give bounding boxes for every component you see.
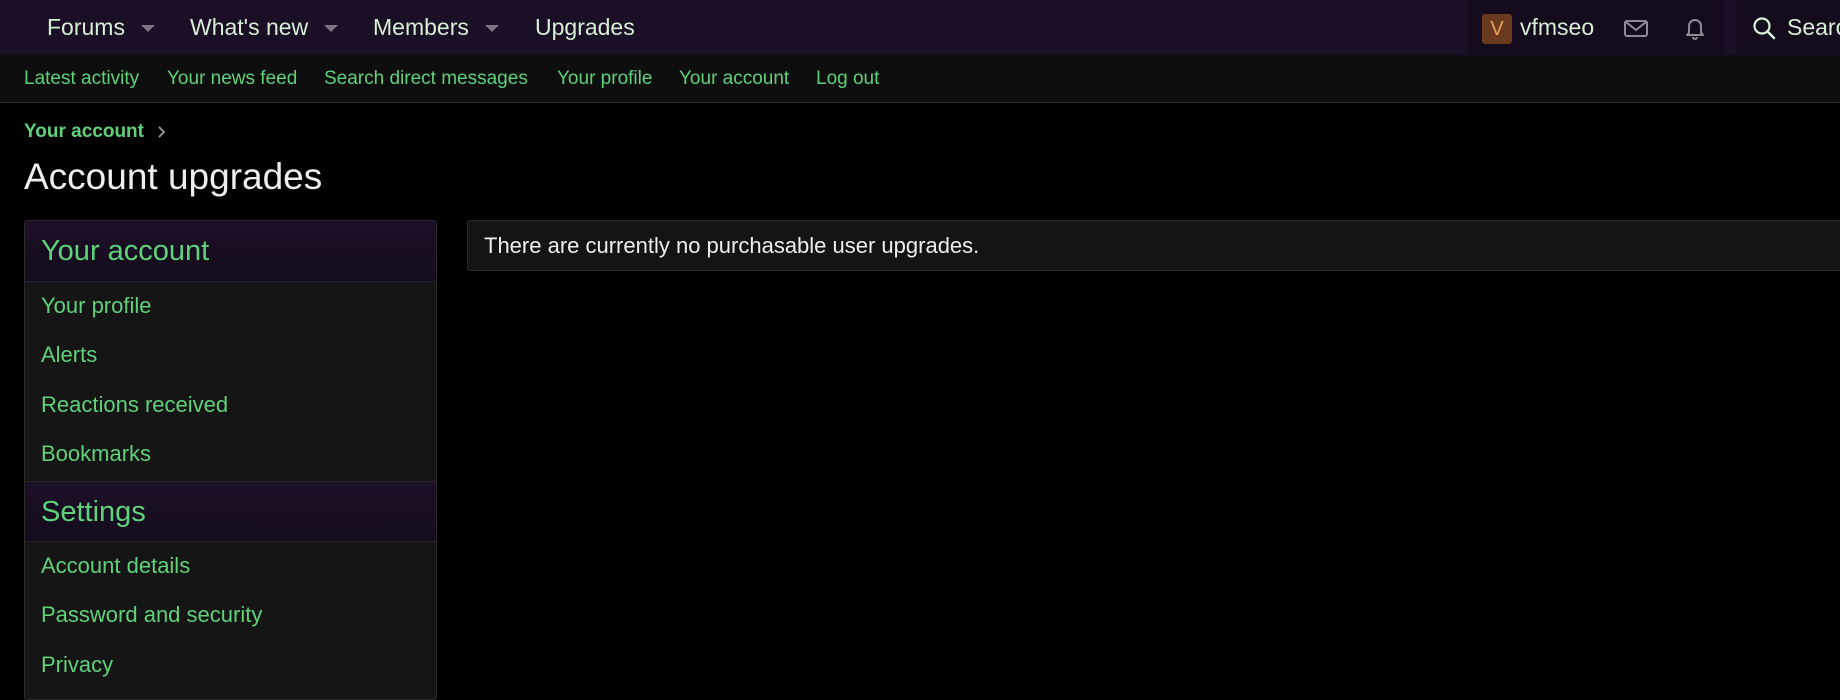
caret-down-icon[interactable]	[324, 25, 339, 32]
menu-header-settings: Settings	[25, 481, 436, 542]
envelope-icon[interactable]	[1622, 14, 1650, 42]
tab-label: Members	[373, 14, 469, 40]
chevron-right-icon	[158, 126, 166, 138]
menu-item-bookmarks[interactable]: Bookmarks	[41, 434, 151, 474]
menu-item-alerts[interactable]: Alerts	[41, 335, 97, 375]
page-title: Account upgrades	[24, 156, 323, 197]
subnav-log-out[interactable]: Log out	[816, 55, 879, 103]
search-button[interactable]: Search	[1736, 0, 1840, 55]
menu-item-password-security[interactable]: Password and security	[41, 595, 262, 635]
tab-label: Forums	[47, 14, 125, 40]
breadcrumb: Your account	[24, 120, 168, 144]
subnav-your-account[interactable]: Your account	[679, 55, 789, 103]
bell-icon[interactable]	[1681, 14, 1709, 42]
no-upgrades-notice: There are currently no purchasable user …	[467, 220, 1840, 271]
tab-label: Upgrades	[535, 14, 635, 40]
account-side-menu: Your account Your profile Alerts Reactio…	[24, 220, 437, 700]
subnav-latest-activity[interactable]: Latest activity	[24, 55, 139, 103]
subnav-news-feed[interactable]: Your news feed	[167, 55, 297, 103]
subnav-your-profile[interactable]: Your profile	[557, 55, 652, 103]
menu-item-reactions-received[interactable]: Reactions received	[41, 385, 228, 425]
subnav-search-direct-messages[interactable]: Search direct messages	[324, 55, 528, 103]
tab-members[interactable]: Members	[373, 0, 499, 55]
tab-forums[interactable]: Forums	[47, 0, 155, 55]
tab-upgrades[interactable]: Upgrades	[535, 0, 635, 55]
search-label: Search	[1787, 14, 1840, 40]
username[interactable]: vfmseo	[1520, 0, 1594, 55]
user-menu[interactable]: V vfmseo	[1468, 0, 1724, 55]
caret-down-icon[interactable]	[140, 25, 155, 32]
avatar[interactable]: V	[1482, 14, 1512, 44]
menu-item-privacy[interactable]: Privacy	[41, 645, 113, 685]
menu-item-your-profile[interactable]: Your profile	[41, 286, 151, 326]
breadcrumb-your-account[interactable]: Your account	[24, 121, 144, 143]
tab-whats-new[interactable]: What's new	[190, 0, 339, 55]
menu-header-your-account: Your account	[25, 221, 436, 282]
sub-navigation: Latest activity Your news feed Search di…	[0, 55, 1840, 103]
tab-label: What's new	[190, 14, 309, 40]
menu-item-account-details[interactable]: Account details	[41, 546, 190, 586]
search-icon[interactable]	[1750, 14, 1778, 42]
top-navigation: Forums What's new Members Upgrades V vfm…	[0, 0, 1840, 55]
caret-down-icon[interactable]	[484, 25, 499, 32]
